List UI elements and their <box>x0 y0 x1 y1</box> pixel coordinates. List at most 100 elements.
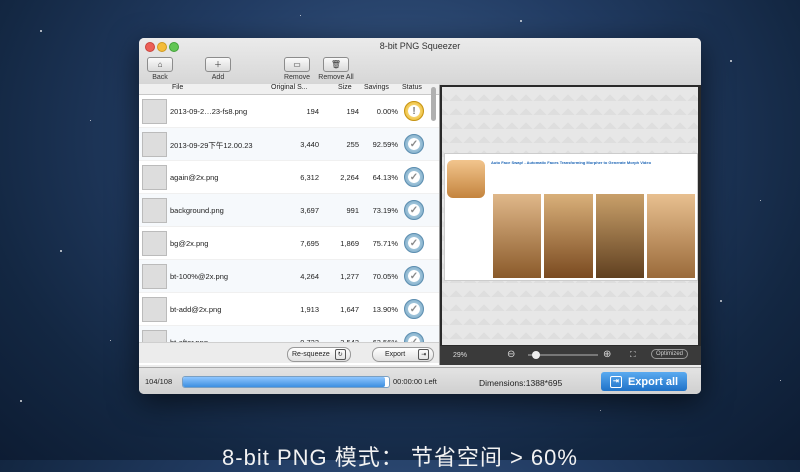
back-button[interactable]: ⌂ Back <box>147 57 173 81</box>
refresh-icon: ↻ <box>334 349 346 360</box>
export-all-button[interactable]: ⇥ Export all <box>601 372 687 391</box>
app-icon <box>447 160 485 198</box>
back-label: Back <box>152 74 168 81</box>
col-size[interactable]: Size <box>338 84 352 91</box>
screenshot-strip <box>493 194 695 278</box>
zoom-slider[interactable] <box>528 351 598 359</box>
optimized-badge[interactable]: Optimized <box>651 349 689 359</box>
col-savings[interactable]: Savings <box>364 84 389 91</box>
new-size: 1,647 <box>340 305 359 314</box>
remove-all-button[interactable]: 🗑 Remove All <box>316 57 356 81</box>
column-header: File Original S... Size Savings Status <box>139 84 439 95</box>
new-size: 194 <box>346 107 359 116</box>
time-left: 00:00:00 Left <box>393 377 437 386</box>
savings: 0.00% <box>376 107 398 116</box>
file-thumbnail <box>142 198 167 223</box>
savings: 75.71% <box>372 239 398 248</box>
screenshot-2 <box>544 194 593 278</box>
export-button[interactable]: Export ⇥ <box>372 347 435 362</box>
checkmark-icon: ✓ <box>404 167 424 187</box>
file-thumbnail <box>142 99 167 124</box>
remove-all-label: Remove All <box>318 74 354 81</box>
file-name: bt-100%@2x.png <box>170 272 229 281</box>
savings: 73.19% <box>372 206 398 215</box>
savings: 70.05% <box>372 272 398 281</box>
zoom-out-icon[interactable]: ⊖ <box>507 349 515 360</box>
original-size: 1,913 <box>300 305 319 314</box>
preview-screenshot: Auto Face Swap! - Automatic Faces Transf… <box>444 153 698 281</box>
remove-label: Remove <box>283 74 311 81</box>
export-icon: ⇥ <box>418 349 430 360</box>
col-original[interactable]: Original S... <box>271 84 308 91</box>
progress-bar <box>182 376 390 388</box>
file-name: bg@2x.png <box>170 239 209 248</box>
file-thumbnail <box>142 264 167 289</box>
file-name: bt-add@2x.png <box>170 305 222 314</box>
file-list-panel: File Original S... Size Savings Status 2… <box>139 84 439 365</box>
col-status[interactable]: Status <box>402 84 422 91</box>
file-name: 2013-09-2…23-fs8.png <box>170 107 248 116</box>
screenshot-3 <box>595 194 644 278</box>
zoom-in-icon[interactable]: ⊕ <box>603 349 611 360</box>
preview-panel: Auto Face Swap! - Automatic Faces Transf… <box>439 85 701 365</box>
remove-button[interactable]: ▭ Remove <box>279 57 315 81</box>
progress-fill <box>183 377 385 387</box>
file-thumbnail <box>142 231 167 256</box>
preview-app-title: Auto Face Swap! - Automatic Faces Transf… <box>491 160 652 165</box>
zoom-slider-knob[interactable] <box>532 351 540 359</box>
table-row[interactable]: 2013-09-2…23-fs8.png 194 194 0.00%! <box>139 95 439 128</box>
new-size: 255 <box>346 140 359 149</box>
table-row[interactable]: 2013-09-29下午12.00.23 3,440 255 92.59% ✓ <box>139 128 439 161</box>
screenshot-1 <box>493 194 542 278</box>
screenshot-4 <box>646 194 695 278</box>
table-row[interactable]: again@2x.png 6,312 2,264 64.13% ✓ <box>139 161 439 194</box>
table-row[interactable]: background.png 3,697 991 73.19% ✓ <box>139 194 439 227</box>
file-thumbnail <box>142 297 167 322</box>
new-size: 1,277 <box>340 272 359 281</box>
export-all-icon: ⇥ <box>609 375 622 388</box>
app-window: 8-bit PNG Squeezer ⌂ Back ＋ Add ▭ Remove… <box>139 38 701 394</box>
savings: 13.90% <box>372 305 398 314</box>
savings: 92.59% <box>372 140 398 149</box>
fit-icon[interactable]: ⛶ <box>630 350 636 360</box>
file-count: 104/108 <box>145 377 173 386</box>
add-icon: ＋ <box>205 57 231 72</box>
checkmark-icon: ✓ <box>404 266 424 286</box>
export-label: Export <box>385 351 406 358</box>
preview-image: Auto Face Swap! - Automatic Faces Transf… <box>442 87 698 345</box>
warning-icon: ! <box>404 101 424 121</box>
home-icon: ⌂ <box>147 57 173 72</box>
file-rows: 2013-09-2…23-fs8.png 194 194 0.00%! 2013-09-… <box>139 95 439 359</box>
window-title: 8-bit PNG Squeezer <box>379 41 461 51</box>
original-size: 3,697 <box>300 206 319 215</box>
preview-toolbar: 29% ⊖ ⊕ ⛶ Optimized <box>440 346 701 365</box>
new-size: 1,869 <box>340 239 359 248</box>
file-thumbnail <box>142 132 167 157</box>
list-actions: Re-squeeze ↻ Export ⇥ <box>139 342 439 363</box>
zoom-level: 29% <box>453 352 468 359</box>
add-label: Add <box>211 74 225 81</box>
resqueeze-button[interactable]: Re-squeeze ↻ <box>287 347 351 362</box>
original-size: 3,440 <box>300 140 319 149</box>
table-row[interactable]: bt-add@2x.png 1,913 1,647 13.90% ✓ <box>139 293 439 326</box>
resqueeze-label: Re-squeeze <box>292 351 330 358</box>
file-thumbnail <box>142 165 167 190</box>
original-size: 4,264 <box>300 272 319 281</box>
new-size: 2,264 <box>340 173 359 182</box>
table-row[interactable]: bt-100%@2x.png 4,264 1,277 70.05% ✓ <box>139 260 439 293</box>
file-name: background.png <box>170 206 224 215</box>
status-bar: 104/108 00:00:00 Left Dimensions:1388*69… <box>139 367 701 394</box>
table-row[interactable]: bg@2x.png 7,695 1,869 75.71% ✓ <box>139 227 439 260</box>
col-file[interactable]: File <box>172 84 183 91</box>
remove-icon: ▭ <box>284 57 310 72</box>
original-size: 7,695 <box>300 239 319 248</box>
dimensions: Dimensions:1388*695 <box>479 378 563 388</box>
checkmark-icon: ✓ <box>404 200 424 220</box>
new-size: 991 <box>346 206 359 215</box>
savings: 64.13% <box>372 173 398 182</box>
original-size: 194 <box>306 107 319 116</box>
scrollbar[interactable] <box>431 87 436 121</box>
checkmark-icon: ✓ <box>404 233 424 253</box>
export-all-label: Export all <box>627 375 679 388</box>
add-button[interactable]: ＋ Add <box>205 57 231 81</box>
